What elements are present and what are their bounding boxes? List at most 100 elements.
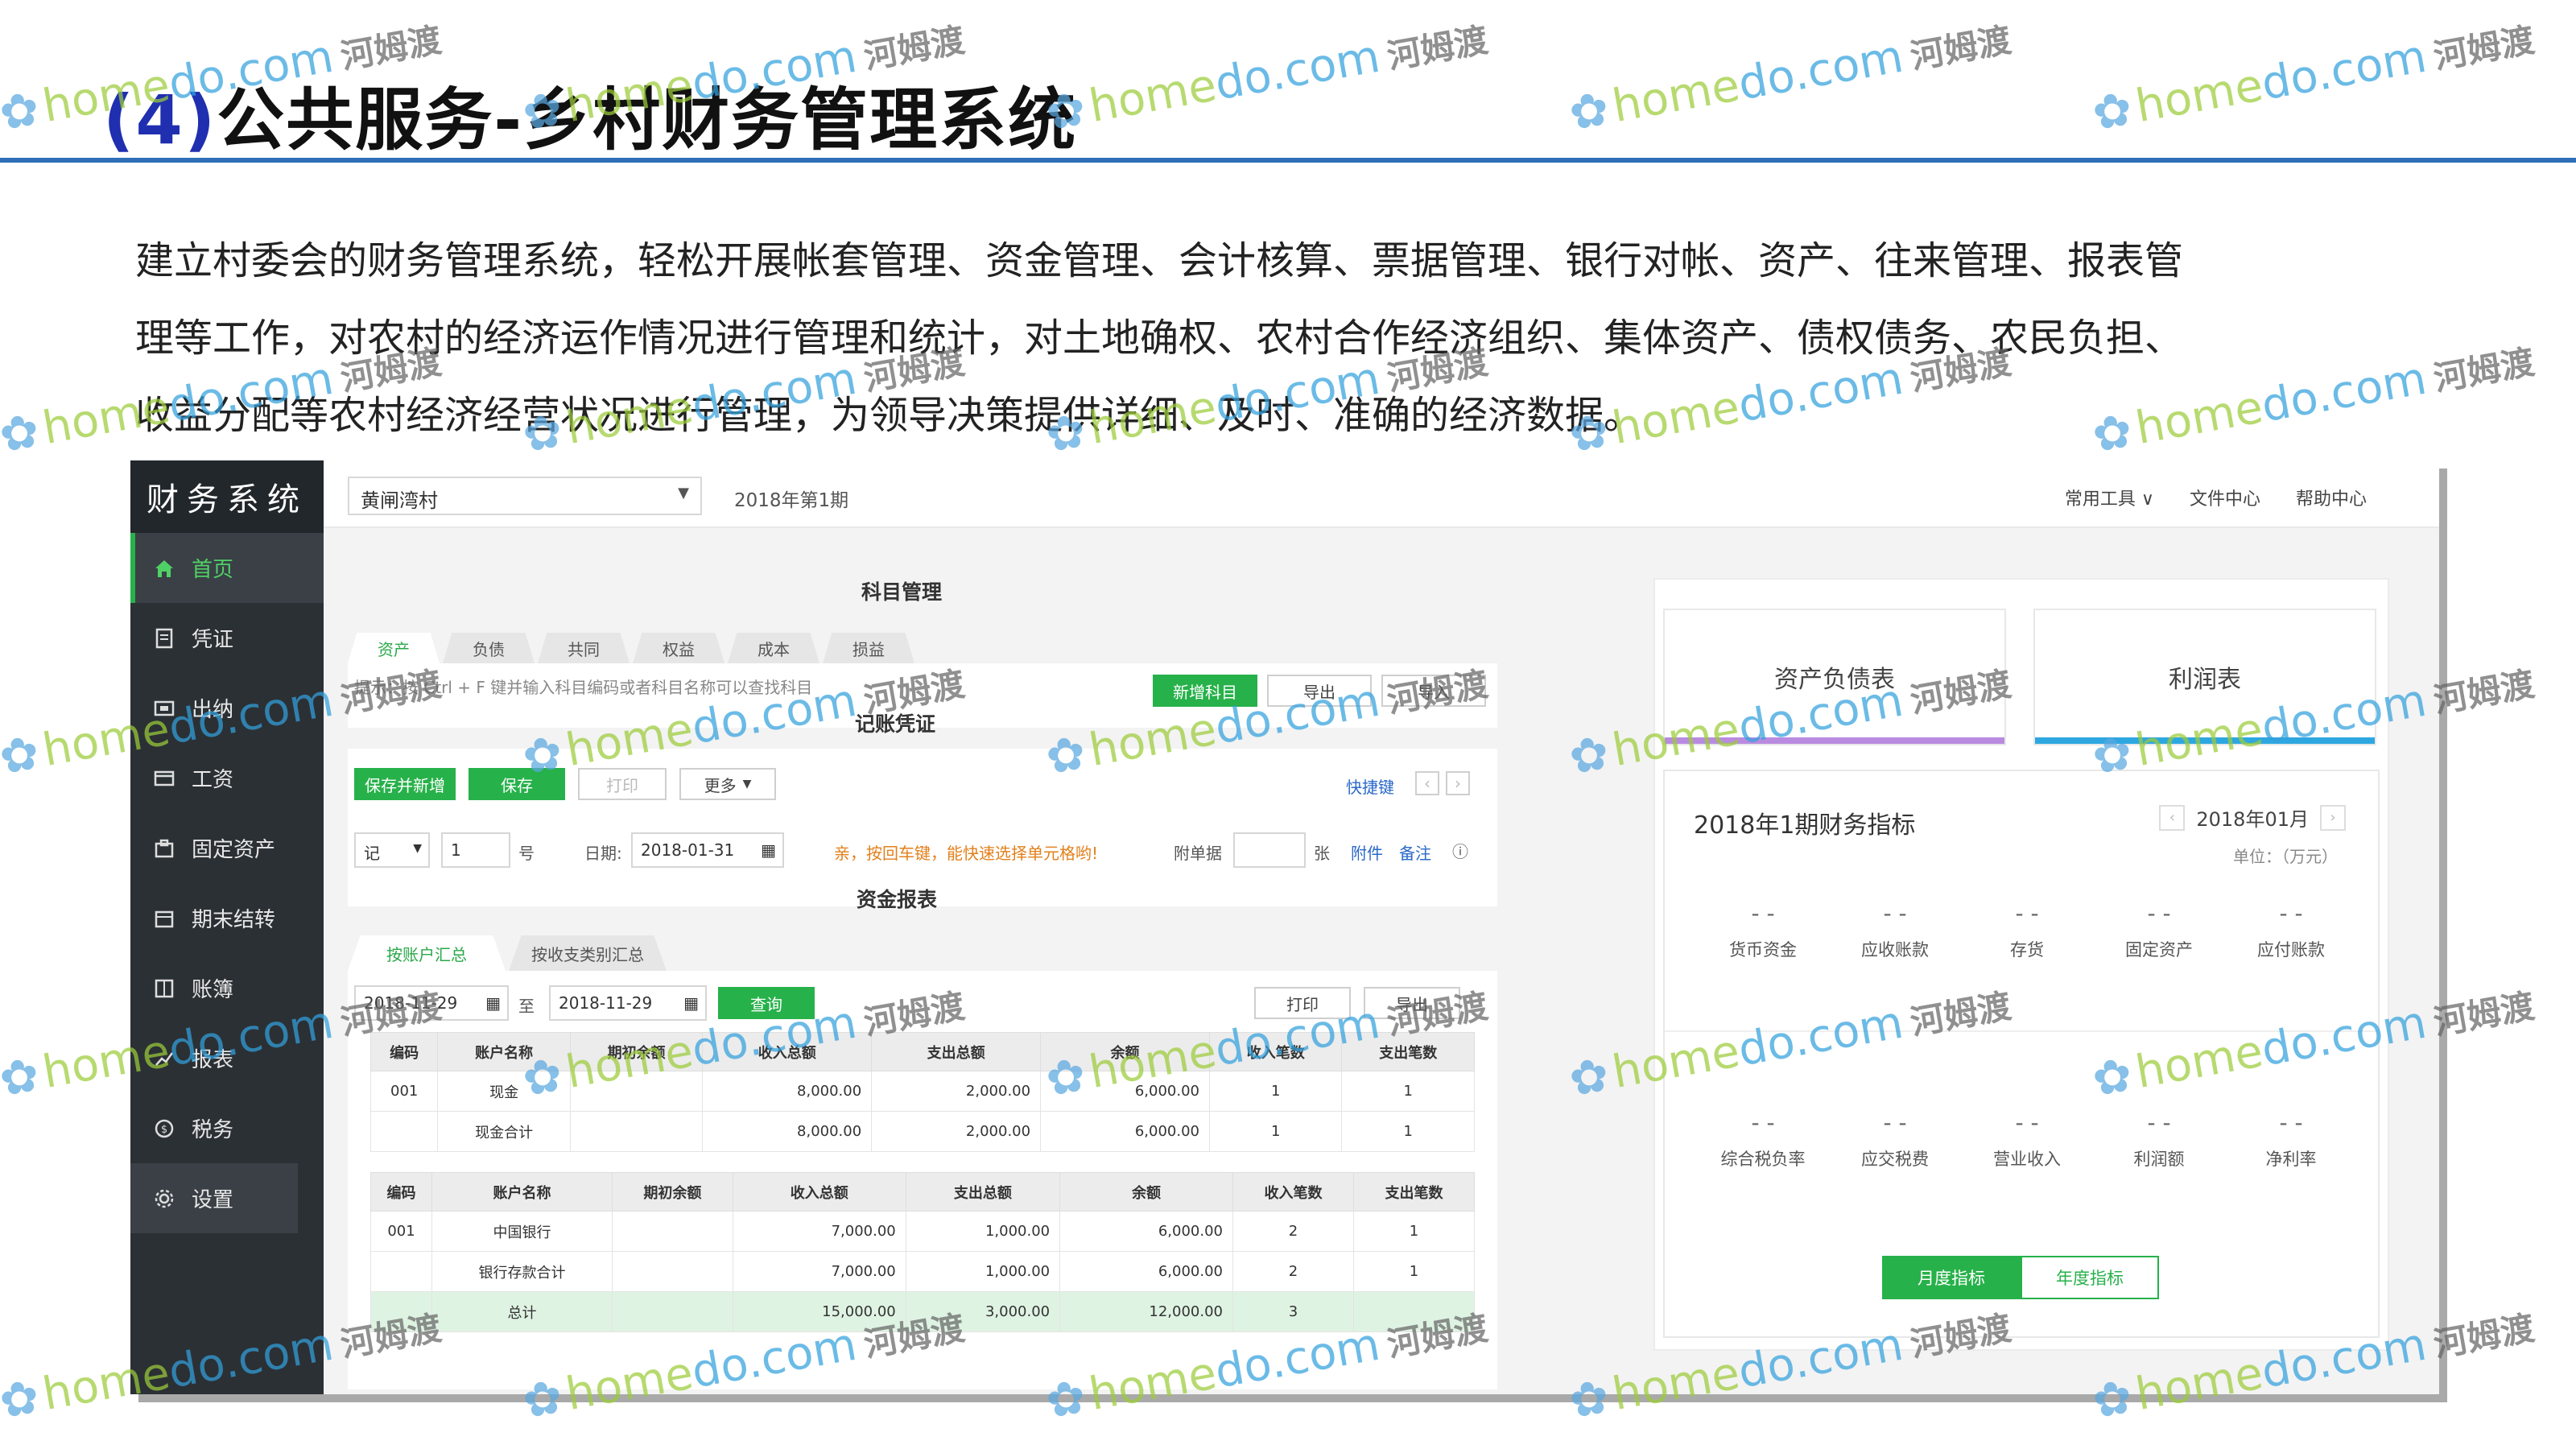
- calendar-icon: ▦: [761, 840, 776, 860]
- save-and-new-button[interactable]: 保存并新增: [354, 768, 456, 800]
- table-cell: [1352, 1291, 1476, 1332]
- table-total-row[interactable]: 总计 15,000.00 3,000.00 12,000.00 3: [370, 1291, 1476, 1332]
- file-center-link[interactable]: 文件中心: [2190, 485, 2260, 510]
- sidebar-item-cashier[interactable]: 出纳: [130, 673, 324, 743]
- current-month: 2018年01月: [2196, 808, 2309, 831]
- column-header: 收入总额: [732, 1172, 906, 1212]
- month-navigator: ‹ 2018年01月 ›: [2159, 803, 2346, 832]
- tab-cost[interactable]: 成本: [728, 633, 819, 663]
- prev-arrow-icon[interactable]: ‹: [1415, 771, 1439, 795]
- voucher-type-select[interactable]: 记 ▼: [354, 832, 430, 868]
- voucher-number-input[interactable]: 1: [441, 832, 510, 868]
- new-subject-button[interactable]: 新增科目: [1153, 675, 1257, 707]
- table-row[interactable]: 现金合计 8,000.00 2,000.00 6,000.00 1 1: [369, 1111, 1475, 1152]
- table-cell: 1: [1341, 1111, 1475, 1152]
- report-date-from-input[interactable]: 2018-11-29 ▦: [354, 985, 509, 1021]
- sidebar-item-tax[interactable]: $ 税务: [130, 1093, 324, 1163]
- watermark-text: home: [1608, 58, 1744, 133]
- watermark-text: 河姆渡: [2430, 19, 2537, 76]
- next-arrow-icon[interactable]: ›: [1446, 771, 1470, 795]
- sidebar-item-home[interactable]: 首页: [130, 533, 324, 603]
- watermark-text: home: [2132, 58, 2267, 133]
- indicator-name: 净利率: [2265, 1150, 2317, 1169]
- table-row[interactable]: 001 中国银行 7,000.00 1,000.00 6,000.00 2 1: [370, 1211, 1476, 1252]
- help-center-link[interactable]: 帮助中心: [2296, 485, 2367, 510]
- report-date-to-input[interactable]: 2018-11-29 ▦: [549, 985, 707, 1021]
- watermark: ✿ home do.com 河姆渡: [1042, 10, 1492, 141]
- table-cell: [369, 1111, 439, 1152]
- tab-assets[interactable]: 资产: [348, 633, 440, 663]
- chevron-down-icon: ▼: [742, 778, 752, 791]
- table-cell: 3,000.00: [905, 1291, 1061, 1332]
- table-row[interactable]: 银行存款合计 7,000.00 1,000.00 6,000.00 2 1: [370, 1251, 1476, 1292]
- home-icon: [151, 555, 177, 581]
- column-header: 支出总额: [871, 1032, 1042, 1071]
- sidebar-item-period-close[interactable]: 期末结转: [130, 883, 324, 953]
- table-row[interactable]: 001 现金 8,000.00 2,000.00 6,000.00 1 1: [369, 1071, 1475, 1112]
- yearly-indicators-button[interactable]: 年度指标: [2021, 1256, 2159, 1299]
- voucher-heading: 记账凭证: [855, 712, 936, 736]
- indicators-title: 2018年1期财务指标: [1694, 811, 1916, 840]
- income-statement-card[interactable]: 利润表: [2033, 609, 2376, 745]
- table-cell: [370, 1251, 432, 1292]
- calendar-icon: [151, 906, 177, 931]
- column-header: 收入总额: [702, 1032, 873, 1071]
- unit-label: 单位：（万元）: [2233, 847, 2338, 866]
- tab-by-account[interactable]: 按账户汇总: [348, 935, 506, 971]
- sidebar-item-salary[interactable]: 工资: [130, 743, 324, 813]
- note-link[interactable]: 备注: [1399, 840, 1431, 864]
- sidebar-item-ledger[interactable]: 账簿: [130, 953, 324, 1023]
- query-button[interactable]: 查询: [718, 987, 815, 1019]
- tab-liabilities[interactable]: 负债: [443, 633, 535, 663]
- voucher-icon: [151, 625, 177, 651]
- indicator-revenue: - - 营业收入: [1961, 1109, 2093, 1170]
- print-report-button[interactable]: 打印: [1254, 987, 1351, 1019]
- sidebar-item-voucher[interactable]: 凭证: [130, 603, 324, 673]
- export-report-button[interactable]: 导出: [1364, 987, 1460, 1019]
- save-button[interactable]: 保存: [469, 768, 565, 800]
- indicator-name: 应付账款: [2257, 940, 2325, 960]
- balance-sheet-card[interactable]: 资产负债表: [1663, 609, 2006, 745]
- column-header: 余额: [1059, 1172, 1233, 1212]
- flower-icon: ✿: [0, 80, 43, 142]
- print-voucher-button[interactable]: 打印: [578, 768, 667, 800]
- tab-common[interactable]: 共同: [538, 633, 630, 663]
- tab-equity[interactable]: 权益: [633, 633, 724, 663]
- column-header: 期初余额: [569, 1032, 704, 1071]
- more-button[interactable]: 更多 ▼: [679, 768, 776, 800]
- column-header: 收入笔数: [1232, 1172, 1354, 1212]
- flower-icon: ✿: [0, 1046, 43, 1108]
- sidebar-item-settings[interactable]: 设置: [130, 1163, 298, 1233]
- watermark-text: do.com: [2257, 30, 2430, 110]
- import-subject-button[interactable]: 导入: [1381, 675, 1486, 707]
- cash-table: 编码 账户名称 期初余额 收入总额 支出总额 余额 收入笔数 支出笔数 001 …: [369, 1032, 1475, 1152]
- indicator-name: 存货: [2010, 940, 2044, 960]
- attachments-count-input[interactable]: [1233, 832, 1306, 868]
- tab-profit-loss[interactable]: 损益: [823, 633, 914, 663]
- monthly-indicators-button[interactable]: 月度指标: [1882, 1256, 2021, 1299]
- column-header: 账户名称: [431, 1172, 613, 1212]
- voucher-date-input[interactable]: 2018-01-31 ▦: [631, 832, 784, 868]
- watermark: ✿ home do.com 河姆渡: [2088, 10, 2538, 141]
- sidebar-item-fixed-assets[interactable]: 固定资产: [130, 813, 324, 883]
- tab-by-category[interactable]: 按收支类别汇总: [509, 935, 667, 971]
- shortcut-link[interactable]: 快捷键: [1346, 774, 1394, 798]
- next-month-icon[interactable]: ›: [2320, 804, 2346, 831]
- help-icon[interactable]: ⓘ: [1452, 839, 1468, 862]
- table-cell: 2: [1232, 1211, 1354, 1252]
- column-header: 收入笔数: [1208, 1032, 1343, 1071]
- village-select[interactable]: 黄闸湾村 ▼: [348, 477, 702, 515]
- table-cell: 1: [1341, 1071, 1475, 1112]
- table-cell[interactable]: 中国银行: [431, 1211, 613, 1252]
- calendar-icon: ▦: [683, 993, 699, 1013]
- attachment-link[interactable]: 附件: [1351, 840, 1383, 864]
- prev-month-icon[interactable]: ‹: [2159, 804, 2186, 831]
- tools-menu[interactable]: 常用工具 ∨: [2065, 485, 2154, 510]
- export-subject-button[interactable]: 导出: [1267, 675, 1372, 707]
- table-cell: 7,000.00: [732, 1211, 906, 1252]
- table-cell: [370, 1291, 432, 1332]
- column-header: 账户名称: [437, 1032, 571, 1071]
- flower-icon: ✿: [0, 402, 43, 464]
- table-cell[interactable]: 现金: [437, 1071, 571, 1112]
- sidebar-item-reports[interactable]: 报表: [130, 1023, 324, 1093]
